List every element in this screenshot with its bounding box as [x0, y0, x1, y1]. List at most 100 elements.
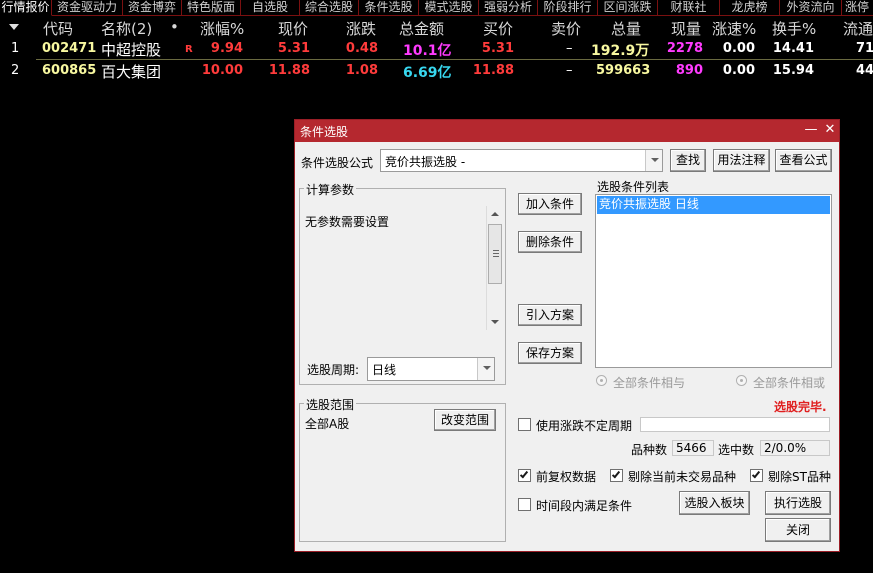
radio-or-label: 全部条件相或: [753, 376, 826, 390]
header-bid[interactable]: 买价: [483, 18, 513, 39]
selected-value: 2/0.0%: [760, 440, 830, 456]
header-float[interactable]: 流通: [843, 18, 873, 39]
radio-and[interactable]: [596, 375, 607, 386]
change: 1.08: [345, 63, 378, 78]
header-code[interactable]: 代码: [43, 18, 73, 39]
header-speed[interactable]: 涨速%: [712, 18, 756, 39]
tab-dragon-tiger[interactable]: 龙虎榜: [720, 0, 780, 16]
stock-name: 中超控股: [101, 41, 162, 59]
current-volume: 2278: [666, 41, 703, 56]
usage-notes-button[interactable]: 用法注释: [713, 149, 770, 172]
tab-foreign-flow[interactable]: 外资流向: [780, 0, 842, 16]
forward-adjust-checkbox[interactable]: [518, 469, 531, 482]
add-to-block-button[interactable]: 选股入板块: [679, 491, 750, 515]
exclude-untraded-checkbox[interactable]: [610, 469, 623, 482]
stock-code: 002471: [42, 41, 97, 56]
header-volume[interactable]: 总量: [611, 18, 641, 39]
tab-limit-up[interactable]: 涨停: [842, 0, 873, 16]
table-row[interactable]: 1 002471 中超控股 R 9.94 5.31 0.48 10.1亿 5.3…: [0, 38, 873, 60]
change-pct: 9.94: [210, 41, 243, 56]
tab-feature-layout[interactable]: 特色版面: [182, 0, 241, 16]
float-shares: 44.: [856, 63, 873, 78]
header-amount[interactable]: 总金额: [399, 18, 444, 39]
header-name[interactable]: 名称(2): [101, 18, 152, 39]
find-button[interactable]: 查找: [670, 149, 706, 172]
exclude-st-checkbox[interactable]: [750, 469, 763, 482]
variable-period-checkbox[interactable]: [518, 418, 531, 431]
delete-condition-button[interactable]: 删除条件: [518, 231, 582, 253]
scroll-up-icon[interactable]: [491, 212, 499, 216]
tab-cls[interactable]: 财联社: [658, 0, 720, 16]
formula-select-value: 竞价共振选股 -: [385, 155, 466, 169]
scroll-down-icon[interactable]: [491, 320, 499, 324]
header-dot: •: [170, 18, 179, 36]
tab-stage-ranking[interactable]: 阶段排行: [538, 0, 598, 16]
params-scrollbar[interactable]: [486, 206, 503, 330]
stock-code: 600865: [42, 63, 97, 78]
scroll-thumb[interactable]: [488, 224, 502, 284]
speed: 0.00: [722, 41, 755, 56]
radio-or[interactable]: [736, 375, 747, 386]
minimize-icon[interactable]: —: [803, 122, 819, 137]
forward-adjust-label: 前复权数据: [536, 470, 597, 484]
tab-composite-picker[interactable]: 综合选股: [300, 0, 359, 16]
tab-strength-analysis[interactable]: 强弱分析: [479, 0, 538, 16]
chevron-down-icon[interactable]: [477, 358, 494, 380]
condition-picker-dialog: 条件选股 — ✕ 条件选股公式 竞价共振选股 - 查找 用法注释 查看公式 计算…: [294, 119, 840, 552]
bid-price: 5.31: [481, 41, 514, 56]
header-turnover[interactable]: 换手%: [772, 18, 816, 39]
formula-label: 条件选股公式: [301, 156, 374, 170]
tab-pattern-picker[interactable]: 模式选股: [419, 0, 479, 16]
change: 0.48: [345, 41, 378, 56]
amount: 10.1亿: [403, 43, 452, 59]
turnover: 15.94: [772, 63, 814, 78]
add-condition-button[interactable]: 加入条件: [518, 193, 582, 215]
ask-price: –: [566, 63, 573, 78]
execute-button[interactable]: 执行选股: [765, 491, 831, 515]
condition-list[interactable]: 竞价共振选股 日线: [595, 194, 832, 368]
tab-watchlist[interactable]: 自选股: [241, 0, 300, 16]
period-select[interactable]: 日线: [367, 357, 495, 381]
close-icon[interactable]: ✕: [822, 122, 838, 137]
dialog-titlebar[interactable]: 条件选股 — ✕: [295, 120, 839, 142]
header-change-pct[interactable]: 涨幅%: [200, 18, 244, 39]
period-select-value: 日线: [372, 363, 397, 377]
exclude-st-label: 剔除ST品种: [768, 470, 831, 484]
header-change[interactable]: 涨跌: [346, 18, 376, 39]
table-row[interactable]: 2 600865 百大集团 10.00 11.88 1.08 6.69亿 11.…: [0, 60, 873, 82]
range-value: 全部A股: [305, 417, 350, 431]
header-current-volume[interactable]: 现量: [671, 18, 701, 39]
row-index: 1: [11, 41, 20, 56]
float-shares: 71.: [856, 41, 873, 56]
tab-fund-game[interactable]: 资金博弈: [123, 0, 182, 16]
tab-quote[interactable]: 行情报价: [0, 0, 52, 16]
save-scheme-button[interactable]: 保存方案: [518, 342, 582, 364]
tab-fund-drive[interactable]: 资金驱动力: [52, 0, 123, 16]
current-volume: 890: [675, 63, 703, 78]
dialog-title: 条件选股: [300, 125, 349, 139]
import-scheme-button[interactable]: 引入方案: [518, 304, 582, 326]
formula-select[interactable]: 竞价共振选股 -: [380, 149, 663, 172]
params-panel: 无参数需要设置: [302, 205, 503, 331]
view-formula-button[interactable]: 查看公式: [775, 149, 832, 172]
top-tab-bar: 行情报价 资金驱动力 资金博弈 特色版面 自选股 综合选股 条件选股 模式选股 …: [0, 0, 873, 16]
variable-period-label: 使用涨跌不定周期: [536, 419, 633, 433]
volume: 599663: [596, 63, 651, 78]
chevron-down-icon[interactable]: [645, 150, 662, 171]
turnover: 14.41: [772, 41, 814, 56]
list-item[interactable]: 竞价共振选股 日线: [597, 196, 830, 214]
header-ask[interactable]: 卖价: [551, 18, 581, 39]
tab-range-change[interactable]: 区间涨跌: [598, 0, 658, 16]
header-price[interactable]: 现价: [278, 18, 308, 39]
price: 11.88: [268, 63, 310, 78]
price: 5.31: [277, 41, 310, 56]
selected-label: 选中数: [718, 443, 755, 457]
timespan-checkbox[interactable]: [518, 498, 531, 511]
tab-condition-picker[interactable]: 条件选股: [359, 0, 419, 16]
ask-price: –: [566, 41, 573, 56]
range-title: 选股范围: [304, 396, 357, 413]
change-range-button[interactable]: 改变范围: [434, 409, 496, 431]
speed: 0.00: [722, 63, 755, 78]
period-input[interactable]: [640, 417, 830, 432]
close-button[interactable]: 关闭: [765, 518, 831, 542]
